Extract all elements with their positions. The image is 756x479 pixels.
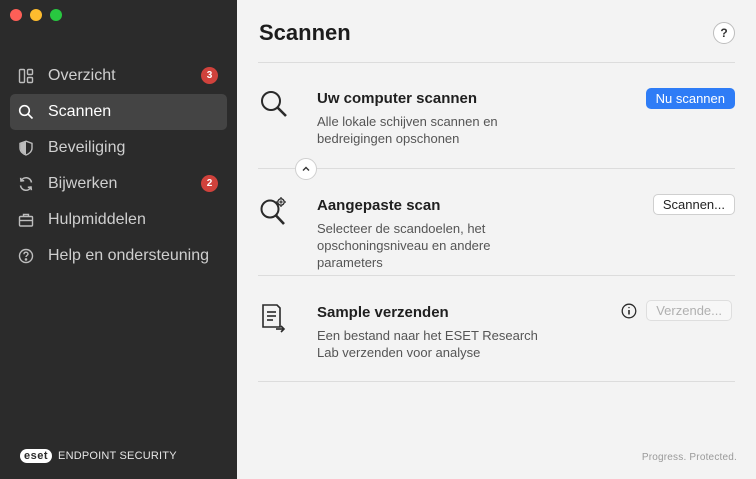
row-description: Selecteer de scandoelen, het opschonings…: [317, 221, 491, 270]
app-window: Overzicht 3 Scannen Beveiliging Bijwerke…: [0, 0, 756, 479]
minimize-window-button[interactable]: [30, 9, 42, 21]
close-window-button[interactable]: [10, 9, 22, 21]
scan-computer-row: Uw computer scannen Alle lokale schijven…: [258, 62, 735, 168]
eset-logo: eset: [20, 449, 53, 463]
row-description: Alle lokale schijven scannen en bedreigi…: [317, 114, 498, 146]
sidebar-item-overzicht[interactable]: Overzicht 3: [10, 58, 227, 94]
notification-badge: 2: [201, 175, 218, 192]
sidebar-item-scannen[interactable]: Scannen: [10, 94, 227, 130]
tagline: Progress. Protected.: [641, 452, 737, 463]
brand-footer: eset ENDPOINT SECURITY: [20, 449, 177, 463]
sidebar-item-beveiliging[interactable]: Beveiliging: [10, 130, 227, 166]
product-name: ENDPOINT SECURITY: [58, 450, 177, 462]
row-title: Sample verzenden: [317, 304, 449, 321]
refresh-icon: [17, 175, 35, 193]
custom-scan-row: Aangepaste scan Selecteer de scandoelen,…: [258, 169, 735, 275]
row-title: Aangepaste scan: [317, 197, 441, 214]
search-icon: [17, 103, 35, 121]
briefcase-icon: [17, 211, 35, 229]
row-title: Uw computer scannen: [317, 90, 478, 107]
notification-badge: 3: [201, 67, 218, 84]
sidebar-item-label: Hulpmiddelen: [48, 211, 146, 228]
document-send-icon: [262, 304, 286, 333]
help-button[interactable]: ?: [713, 22, 735, 44]
shield-icon: [17, 139, 35, 157]
help-circle-icon: [17, 247, 35, 265]
divider: [258, 381, 735, 382]
sidebar-item-label: Overzicht: [48, 67, 116, 84]
submit-sample-row: Sample verzenden Een bestand naar het ES…: [258, 276, 735, 382]
zoom-window-button[interactable]: [50, 9, 62, 21]
sidebar-nav: Overzicht 3 Scannen Beveiliging Bijwerke…: [10, 58, 227, 274]
sidebar: Overzicht 3 Scannen Beveiliging Bijwerke…: [0, 0, 237, 479]
submit-sample-button[interactable]: Verzende...: [646, 300, 732, 321]
row-description: Een bestand naar het ESET Research Lab v…: [317, 328, 538, 360]
window-controls: [10, 9, 62, 21]
info-icon[interactable]: [621, 303, 637, 319]
sidebar-item-label: Scannen: [48, 103, 112, 120]
sidebar-item-help[interactable]: Help en ondersteuning: [10, 238, 227, 274]
sidebar-item-hulpmiddelen[interactable]: Hulpmiddelen: [10, 202, 227, 238]
main-panel: Scannen ? Uw computer scannen Alle lokal…: [237, 0, 756, 479]
magnifier-gear-icon: [260, 197, 286, 225]
custom-scan-button[interactable]: Scannen...: [652, 194, 735, 215]
dashboard-icon: [17, 67, 35, 85]
sidebar-item-label: Beveiliging: [48, 139, 126, 156]
sidebar-item-bijwerken[interactable]: Bijwerken 2: [10, 166, 227, 202]
magnifier-icon: [261, 91, 287, 117]
scan-now-button[interactable]: Nu scannen: [645, 88, 735, 109]
sidebar-item-label: Help en ondersteuning: [48, 247, 210, 264]
sidebar-item-label: Bijwerken: [48, 175, 118, 192]
page-title: Scannen: [259, 20, 351, 45]
